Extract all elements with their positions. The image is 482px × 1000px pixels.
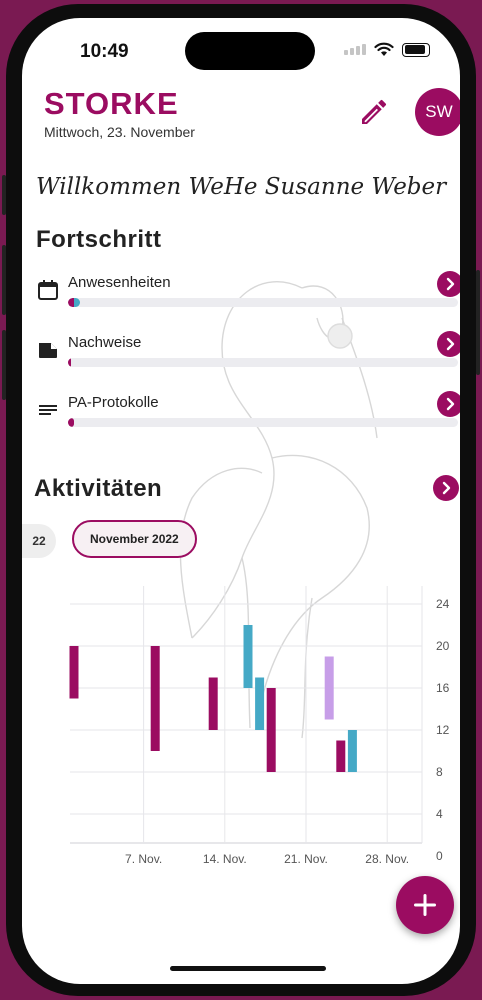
x-tick-label: 14. Nov. bbox=[203, 852, 247, 866]
activity-bar bbox=[336, 740, 346, 772]
progress-fill bbox=[68, 358, 71, 367]
app-title: STORKE bbox=[44, 86, 179, 121]
battery-icon bbox=[402, 42, 430, 57]
y-tick-label: 12 bbox=[436, 723, 450, 737]
activity-bar bbox=[324, 656, 334, 720]
progress-fill bbox=[68, 418, 74, 427]
chevron-right-icon bbox=[446, 397, 455, 411]
y-tick-label: 4 bbox=[436, 807, 443, 821]
month-chip-selected[interactable]: November 2022 bbox=[72, 520, 197, 558]
progress-row-pa-protokolle: PA-Protokolle bbox=[36, 394, 458, 450]
status-time: 10:49 bbox=[80, 41, 129, 62]
x-tick-label: 21. Nov. bbox=[284, 852, 328, 866]
y-tick-label: 8 bbox=[436, 765, 443, 779]
pencil-icon bbox=[362, 99, 387, 124]
chevron-right-icon bbox=[446, 337, 455, 351]
progress-label: Nachweise bbox=[68, 334, 142, 351]
y-tick-label: 24 bbox=[436, 597, 450, 611]
app-screen: 10:49 STORKE Mittwoch, 23. November SW W… bbox=[22, 18, 460, 984]
y-tick-label: 16 bbox=[436, 681, 450, 695]
anwesenheiten-open-button[interactable] bbox=[437, 271, 460, 297]
document-icon bbox=[39, 343, 57, 358]
side-button bbox=[2, 175, 6, 215]
nachweise-open-button[interactable] bbox=[437, 331, 460, 357]
progress-fill bbox=[68, 298, 80, 307]
activities-open-button[interactable] bbox=[433, 475, 459, 501]
activity-bar bbox=[150, 646, 160, 751]
calendar-icon bbox=[38, 280, 58, 300]
activity-bar bbox=[243, 625, 253, 688]
progress-track bbox=[68, 298, 458, 307]
status-icons bbox=[344, 42, 430, 57]
signal-icon bbox=[344, 44, 366, 55]
progress-section-title: Fortschritt bbox=[36, 226, 162, 253]
progress-label: Anwesenheiten bbox=[68, 274, 171, 291]
welcome-text: Willkommen WeHe Susanne Weber bbox=[36, 174, 447, 200]
progress-track bbox=[68, 358, 458, 367]
y-tick-label: 0 bbox=[436, 849, 443, 863]
progress-row-anwesenheiten: Anwesenheiten bbox=[36, 274, 458, 330]
month-chip-previous[interactable]: 22 bbox=[22, 524, 56, 558]
activity-bar bbox=[266, 688, 276, 772]
side-button bbox=[2, 245, 6, 315]
progress-track bbox=[68, 418, 458, 427]
wifi-icon bbox=[374, 42, 394, 56]
side-button bbox=[2, 330, 6, 400]
activity-bar bbox=[347, 730, 357, 772]
activity-chart: 0 4 8 12 16 20 24 7. Nov. 14. Nov. 21. Nov. 28. No… bbox=[69, 586, 450, 866]
add-button[interactable] bbox=[396, 876, 454, 934]
activity-bar bbox=[208, 677, 218, 730]
activity-bar bbox=[69, 646, 79, 699]
pa-protokolle-open-button[interactable] bbox=[437, 391, 460, 417]
current-date: Mittwoch, 23. November bbox=[44, 124, 195, 140]
dynamic-island bbox=[185, 32, 315, 70]
plus-icon bbox=[414, 894, 436, 916]
progress-row-nachweise: Nachweise bbox=[36, 334, 458, 390]
chevron-right-icon bbox=[446, 277, 455, 291]
y-tick-label: 20 bbox=[436, 639, 450, 653]
edit-button[interactable] bbox=[358, 96, 390, 128]
activity-bar bbox=[255, 677, 265, 730]
home-indicator bbox=[170, 966, 326, 971]
x-tick-label: 7. Nov. bbox=[125, 852, 162, 866]
lines-icon bbox=[39, 405, 57, 415]
x-tick-label: 28. Nov. bbox=[365, 852, 409, 866]
side-button bbox=[476, 270, 480, 375]
chevron-right-icon bbox=[442, 481, 451, 495]
activities-section-title: Aktivitäten bbox=[34, 475, 163, 502]
avatar[interactable]: SW bbox=[415, 88, 460, 136]
progress-label: PA-Protokolle bbox=[68, 394, 159, 411]
